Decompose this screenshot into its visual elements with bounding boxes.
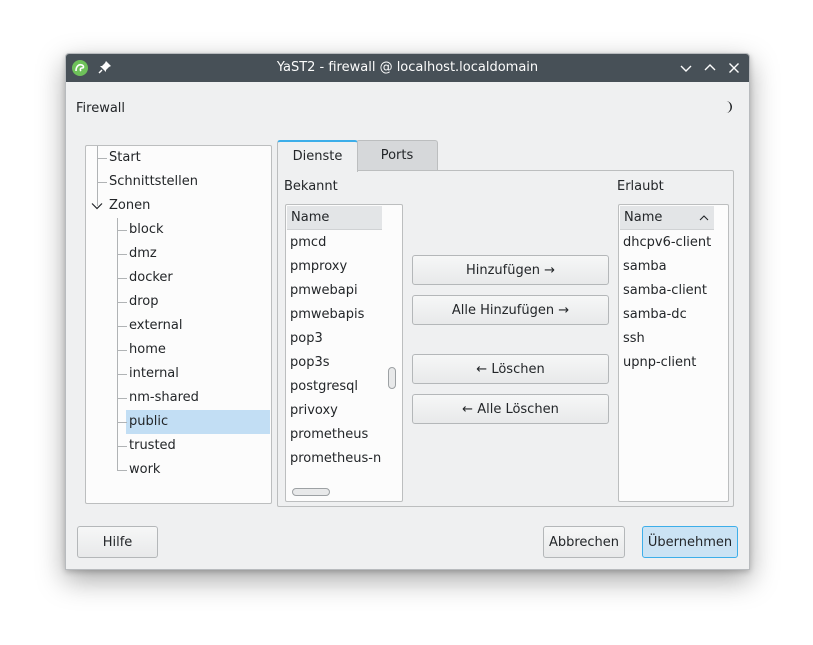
maximize-icon[interactable]: [703, 61, 717, 75]
tree-item-zone-trusted[interactable]: trusted: [129, 434, 176, 458]
close-icon[interactable]: [727, 61, 741, 75]
tree-line: [117, 374, 127, 375]
list-item[interactable]: ssh: [623, 327, 645, 351]
allowed-column-header[interactable]: Name: [620, 206, 714, 230]
horizontal-scrollbar-thumb[interactable]: [292, 488, 330, 496]
allowed-label: Erlaubt: [617, 179, 664, 194]
apply-button[interactable]: Übernehmen: [642, 526, 738, 558]
tree-item-zone-work[interactable]: work: [129, 458, 160, 482]
tree-line: [117, 218, 118, 470]
list-item[interactable]: pmcd: [290, 231, 326, 255]
list-item[interactable]: pmwebapi: [290, 279, 358, 303]
add-all-button[interactable]: Alle Hinzufügen →: [412, 295, 609, 325]
list-item[interactable]: pmproxy: [290, 255, 347, 279]
list-item[interactable]: pop3: [290, 327, 323, 351]
moon-icon: [719, 99, 735, 119]
known-services-list[interactable]: Name pmcd pmproxy pmwebapi pmwebapis pop…: [285, 204, 403, 502]
list-item[interactable]: upnp-client: [623, 351, 696, 375]
tree-line: [117, 422, 127, 423]
tree-line: [117, 470, 127, 471]
tree-item-zone-public[interactable]: public: [129, 410, 168, 434]
add-button[interactable]: Hinzufügen →: [412, 255, 609, 285]
remove-all-button[interactable]: ← Alle Löschen: [412, 394, 609, 424]
tree-item-zonen[interactable]: Zonen: [109, 194, 150, 218]
known-label: Bekannt: [284, 179, 338, 194]
tree-item-zone-dmz[interactable]: dmz: [129, 242, 157, 266]
tab-ports[interactable]: Ports: [356, 140, 438, 171]
tree-line: [117, 350, 127, 351]
tree-item-schnittstellen[interactable]: Schnittstellen: [109, 170, 198, 194]
list-item[interactable]: samba-dc: [623, 303, 687, 327]
cancel-button[interactable]: Abbrechen: [543, 526, 625, 558]
minimize-icon[interactable]: [679, 61, 693, 75]
tree-item-zone-home[interactable]: home: [129, 338, 166, 362]
list-item[interactable]: privoxy: [290, 399, 338, 423]
tree-line: [97, 182, 107, 183]
tree-item-zone-internal[interactable]: internal: [129, 362, 179, 386]
page-title: Firewall: [76, 101, 126, 116]
tree-line: [117, 398, 127, 399]
tree-item-zone-nm-shared[interactable]: nm-shared: [129, 386, 199, 410]
known-column-header[interactable]: Name: [287, 206, 382, 230]
tree-line: [117, 326, 127, 327]
vertical-scrollbar-thumb[interactable]: [388, 367, 396, 389]
tree-item-zone-block[interactable]: block: [129, 218, 164, 242]
remove-button[interactable]: ← Löschen: [412, 354, 609, 384]
list-item[interactable]: prometheus: [290, 423, 368, 447]
yast-window: YaST2 - firewall @ localhost.localdomain…: [65, 53, 750, 570]
tree-line: [117, 254, 127, 255]
window-title: YaST2 - firewall @ localhost.localdomain: [276, 60, 539, 75]
tab-dienste[interactable]: Dienste: [277, 140, 358, 172]
allowed-column-label: Name: [624, 210, 663, 225]
allowed-services-list[interactable]: Name dhcpv6-client samba samba-client sa…: [618, 204, 729, 502]
list-item[interactable]: prometheus-nc: [290, 447, 382, 471]
tree-item-zone-drop[interactable]: drop: [129, 290, 159, 314]
tree-line: [97, 158, 107, 159]
tree-item-zone-docker[interactable]: docker: [129, 266, 173, 290]
tree-line: [117, 446, 127, 447]
list-item[interactable]: pmwebapis: [290, 303, 364, 327]
list-item[interactable]: pop3s: [290, 351, 330, 375]
tree-line: [117, 302, 127, 303]
list-item[interactable]: postgresql: [290, 375, 358, 399]
chevron-down-icon[interactable]: [91, 200, 103, 216]
services-tab-panel: Bekannt Erlaubt Name pmcd pmproxy pmweba…: [277, 170, 734, 507]
tree-line: [117, 230, 127, 231]
navigation-tree: Start Schnittstellen Zonen block dmz doc…: [85, 145, 272, 504]
title-bar[interactable]: YaST2 - firewall @ localhost.localdomain: [66, 54, 749, 82]
help-button[interactable]: Hilfe: [77, 526, 158, 558]
list-item[interactable]: dhcpv6-client: [623, 231, 711, 255]
list-item[interactable]: samba: [623, 255, 667, 279]
list-item[interactable]: samba-client: [623, 279, 707, 303]
tree-item-start[interactable]: Start: [109, 146, 141, 170]
tree-item-zone-external[interactable]: external: [129, 314, 183, 338]
tree-line: [97, 146, 98, 206]
tree-line: [117, 278, 127, 279]
